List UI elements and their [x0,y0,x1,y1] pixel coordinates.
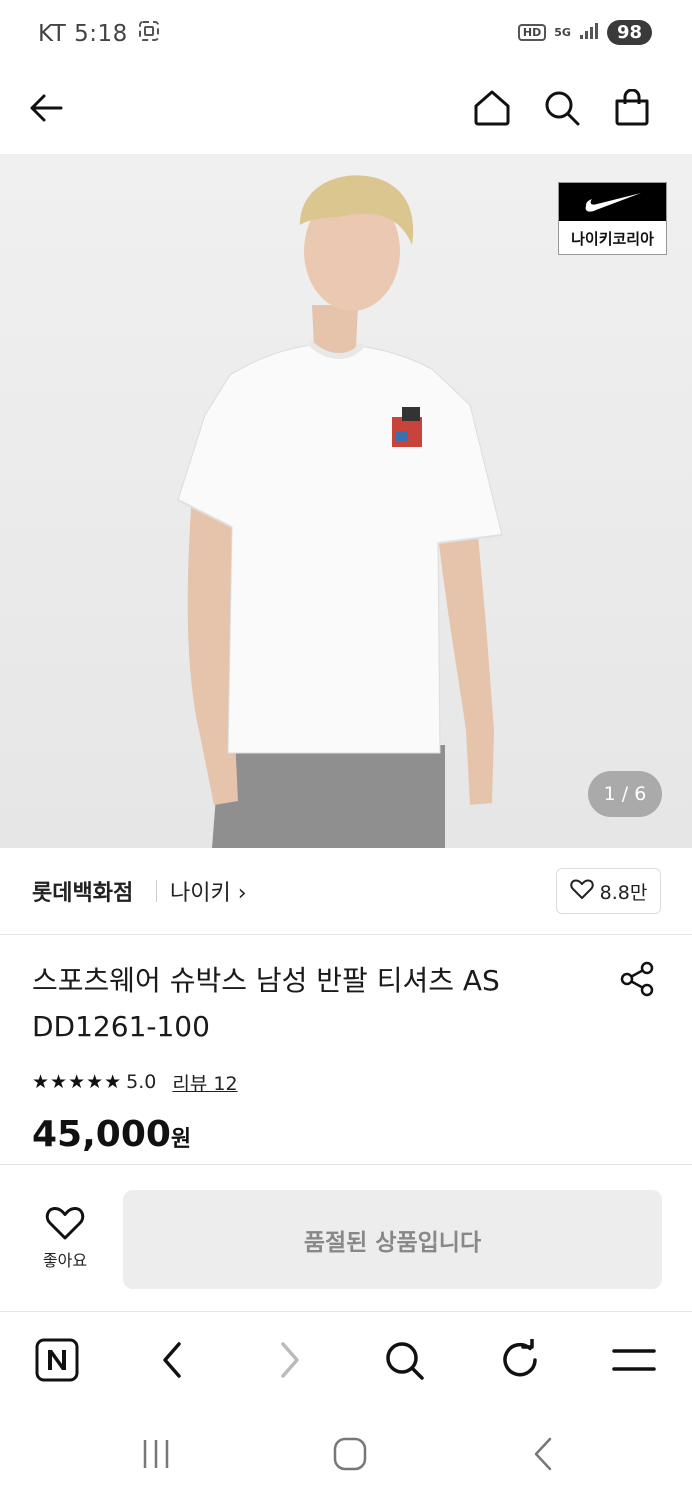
back-chevron-icon[interactable] [148,1336,196,1384]
heart-icon [45,1205,85,1245]
search-icon[interactable] [540,86,584,130]
store-like-button[interactable]: 8.8만 [556,868,661,914]
signal-icon [579,22,599,44]
image-counter: 1 / 6 [588,771,662,817]
carrier-time: KT 5:18 [38,21,128,47]
brand-link[interactable]: 나이키 › [170,875,247,907]
store-divider [156,880,157,902]
wish-label: 좋아요 [42,1251,88,1270]
screenshot-icon [138,20,160,48]
wish-button[interactable]: 좋아요 [30,1205,100,1275]
heart-icon [569,878,594,905]
store-row: 롯데백화점 나이키 › 8.8만 [0,848,692,935]
action-bar: 좋아요 품절된 상품입니다 [0,1164,692,1312]
refresh-icon[interactable] [496,1336,544,1384]
back-arrow-icon[interactable] [24,86,68,130]
brand-badge-text: 나이키코리아 [571,229,654,248]
forward-chevron-icon[interactable] [266,1336,314,1384]
brand-badge: 나이키코리아 [558,182,667,255]
store-name[interactable]: 롯데백화점 [32,875,133,907]
price-unit: 원 [170,1127,192,1152]
price-value: 45,000 [32,1114,171,1155]
nike-swoosh-icon [559,183,666,221]
status-right: HD 5G 98 [517,20,652,45]
product-image[interactable]: 나이키코리아 1 / 6 [0,155,692,848]
like-count: 8.8만 [599,881,648,904]
product-title: 스포츠웨어 슈박스 남성 반팔 티셔츠 AS DD1261-100 [32,964,500,1043]
network-badge: 5G [554,26,571,39]
naver-n-icon[interactable] [33,1336,81,1384]
battery-indicator: 98 [606,20,652,45]
rating-value: 5.0 [126,1071,157,1093]
rating-row: ★★★★★ 5.0 리뷰 12 [32,1068,238,1096]
product-photo [0,155,692,848]
search-icon[interactable] [380,1336,428,1384]
back-icon[interactable] [524,1434,564,1474]
status-left: KT 5:18 [38,20,160,48]
menu-icon[interactable] [610,1336,658,1384]
shopping-bag-icon[interactable] [610,86,654,130]
browser-bar [0,1312,692,1408]
home-icon[interactable] [470,86,514,130]
share-icon[interactable] [614,956,660,1002]
review-link[interactable]: 리뷰 12 [172,1069,237,1096]
status-bar: KT 5:18 HD 5G 98 [0,0,692,70]
hd-badge: HD [517,24,547,41]
top-nav [0,70,692,155]
price: 45,000원 [32,1114,191,1155]
system-nav [0,1408,692,1500]
star-rating-icon: ★★★★★ [32,1071,123,1093]
recent-apps-icon[interactable] [136,1434,176,1474]
home-circle-icon[interactable] [330,1434,370,1474]
soldout-button[interactable]: 품절된 상품입니다 [123,1190,662,1289]
